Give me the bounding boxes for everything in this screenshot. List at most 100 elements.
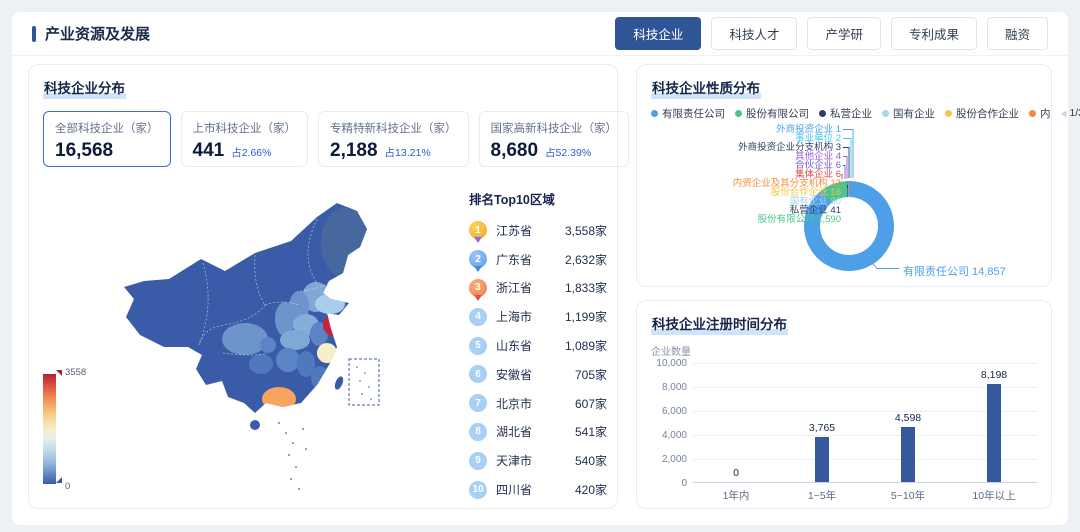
scale-min-handle[interactable]: [56, 477, 62, 483]
stat-card-value: 16,568: [55, 140, 113, 162]
top10-list: 1江苏省3,558家 2广东省2,632家 3浙江省1,833家 4上海市1,1…: [469, 216, 607, 504]
y-tick: 4,000: [643, 430, 687, 441]
top10-row[interactable]: 5 山东省1,089家: [469, 331, 607, 360]
top10-ranking: 排名Top10区域 1江苏省3,558家 2广东省2,632家 3浙江省1,83…: [469, 189, 607, 504]
y-tick: 6,000: [643, 406, 687, 417]
bar-value: 8,198: [981, 369, 1007, 381]
bar[interactable]: [815, 437, 829, 482]
region-value: 607家: [575, 395, 607, 412]
stat-card-label: 国家高新科技企业（家）: [491, 120, 618, 136]
y-tick: 2,000: [643, 454, 687, 465]
donut-chart[interactable]: [804, 181, 894, 271]
bar-column[interactable]: 3,765 1~5年: [779, 363, 865, 482]
donut-label: 事业单位 2: [795, 134, 841, 143]
stat-card-listed[interactable]: 上市科技企业（家） 441占2.66%: [181, 111, 309, 167]
region-value: 540家: [575, 452, 607, 469]
rank-badge: 6: [469, 365, 487, 383]
legend-label: 股份合作企业: [956, 106, 1019, 121]
top10-row[interactable]: 4上海市1,199家: [469, 302, 607, 331]
page-title: 产业资源及发展: [45, 23, 150, 44]
y-tick: 0: [643, 478, 687, 489]
main-card: 产业资源及发展 科技企业 科技人才 产学研 专利成果 融资 科技企业分布 全部科…: [12, 12, 1068, 525]
donut-label: 集体企业 6: [795, 170, 841, 179]
top10-row[interactable]: 8湖北省541家: [469, 418, 607, 447]
stat-card-national-hightech[interactable]: 国家高新科技企业（家） 8,680占52.39%: [479, 111, 630, 167]
region-name: 四川省: [496, 481, 575, 498]
register-panel-title: 科技企业注册时间分布: [651, 313, 788, 335]
donut-label: 外商投资企业分支机构 3: [738, 143, 841, 152]
distribution-panel: 科技企业分布 全部科技企业（家） 16,568 上市科技企业（家） 441占2.…: [28, 64, 618, 509]
tab-tech-enterprise[interactable]: 科技企业: [615, 17, 701, 50]
bar[interactable]: [987, 384, 1001, 482]
top10-title: 排名Top10区域: [469, 189, 607, 208]
stat-card-share: 占2.66%: [231, 145, 271, 160]
header-tabs: 科技企业 科技人才 产学研 专利成果 融资: [615, 17, 1048, 50]
y-tick: 10,000: [643, 358, 687, 369]
top10-row[interactable]: 3浙江省1,833家: [469, 274, 607, 303]
tab-tech-talent[interactable]: 科技人才: [711, 17, 797, 50]
legend-item[interactable]: 内: [1029, 106, 1051, 121]
legend-item[interactable]: 股份有限公司: [735, 106, 809, 121]
donut-legend: 有限责任公司 股份有限公司 私营企业 国有企业 股份合作企业 内 ◀ 1/3 ▶: [651, 106, 1037, 121]
legend-dot: [882, 110, 889, 117]
legend-item[interactable]: 国有企业: [882, 106, 935, 121]
top10-row[interactable]: 1江苏省3,558家: [469, 216, 607, 245]
stat-card-specialized[interactable]: 专精特新科技企业（家） 2,188占13.21%: [318, 111, 469, 167]
rank-badge: 5: [469, 337, 487, 355]
bar-column[interactable]: 4,598 5~10年: [865, 363, 951, 482]
header-title-group: 产业资源及发展: [32, 23, 150, 44]
region-name: 天津市: [496, 452, 575, 469]
dashboard: 产业资源及发展 科技企业 科技人才 产学研 专利成果 融资 科技企业分布 全部科…: [0, 0, 1080, 532]
top10-row[interactable]: 6安徽省705家: [469, 360, 607, 389]
region-name: 广东省: [496, 251, 565, 268]
medal-gold-icon: 1: [469, 221, 487, 239]
bar-category: 5~10年: [891, 488, 925, 503]
bar-column[interactable]: 8,198 10年以上: [951, 363, 1037, 482]
bar-category: 10年以上: [972, 488, 1015, 503]
map-color-scale[interactable]: 3558 0: [43, 365, 107, 495]
region-value: 1,089家: [565, 337, 607, 354]
pager-prev-icon[interactable]: ◀: [1061, 109, 1067, 118]
bar-category: 1年内: [723, 488, 750, 503]
top10-row[interactable]: 9 天津市540家: [469, 446, 607, 475]
y-tick: 8,000: [643, 382, 687, 393]
region-name: 浙江省: [496, 279, 565, 296]
legend-label: 私营企业: [830, 106, 872, 121]
tab-industry-academia[interactable]: 产学研: [807, 17, 881, 50]
region-value: 420家: [575, 481, 607, 498]
region-name: 安徽省: [496, 366, 575, 383]
stat-card-value: 8,680: [491, 140, 539, 162]
stat-card-value: 2,188: [330, 140, 378, 162]
legend-dot: [651, 110, 658, 117]
region-value: 3,558家: [565, 222, 607, 239]
bars: 0 1年内 3,765 1~5年 4,598 5~10年: [693, 363, 1037, 482]
legend-label: 内: [1040, 106, 1051, 121]
tab-financing[interactable]: 融资: [987, 17, 1048, 50]
top10-row[interactable]: 10四川省420家: [469, 475, 607, 504]
rank-badge: 4: [469, 308, 487, 326]
tab-patent-results[interactable]: 专利成果: [891, 17, 977, 50]
rank-badge: 7: [469, 394, 487, 412]
medal-silver-icon: 2: [469, 250, 487, 268]
top10-row[interactable]: 2广东省2,632家: [469, 245, 607, 274]
china-choropleth-map[interactable]: [103, 187, 465, 505]
nature-panel-title: 科技企业性质分布: [651, 77, 761, 99]
scale-min-label: 0: [65, 481, 70, 492]
bar-value: 4,598: [895, 412, 921, 424]
bar-column[interactable]: 0 1年内: [693, 363, 779, 482]
top10-row[interactable]: 7 北京市607家: [469, 389, 607, 418]
region-value: 1,833家: [565, 279, 607, 296]
register-panel: 科技企业注册时间分布 企业数量 10,000 8,000 6,000 4,000…: [636, 300, 1052, 509]
scale-max-handle[interactable]: [56, 370, 62, 376]
bar[interactable]: [901, 427, 915, 482]
legend-item[interactable]: 有限责任公司: [651, 106, 725, 121]
bar-value: 0: [733, 467, 739, 479]
rank-badge: 9: [469, 452, 487, 470]
region-value: 541家: [575, 423, 607, 440]
title-accent-bar: [32, 26, 36, 42]
legend-item[interactable]: 股份合作企业: [945, 106, 1019, 121]
region-name: 北京市: [496, 395, 575, 412]
region-name: 山东省: [496, 337, 565, 354]
stat-card-all[interactable]: 全部科技企业（家） 16,568: [43, 111, 171, 167]
legend-item[interactable]: 私营企业: [819, 106, 872, 121]
